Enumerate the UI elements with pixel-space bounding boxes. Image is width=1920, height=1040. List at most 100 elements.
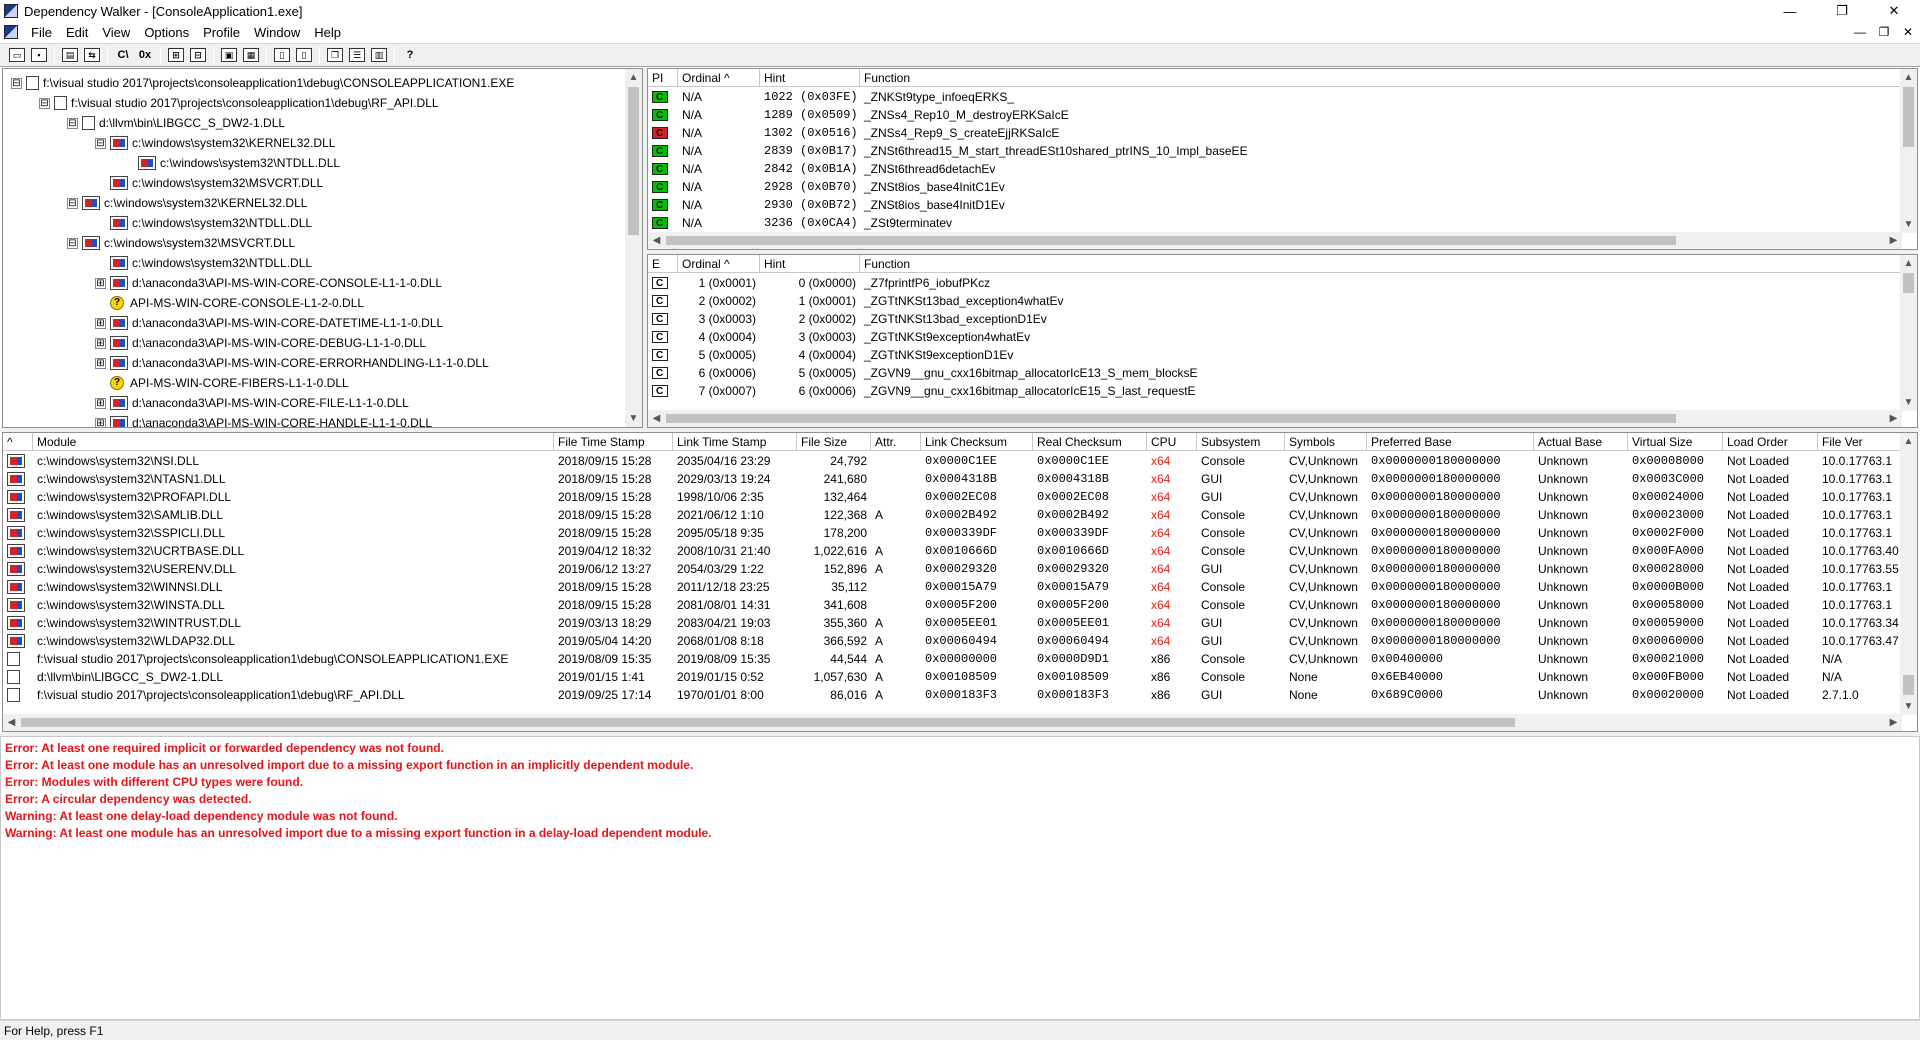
document-icon[interactable] (4, 25, 18, 39)
close-button[interactable]: ✕ (1868, 0, 1920, 22)
export-row[interactable]: 5 (0x0005) 4 (0x0004) _ZGTtNKSt9exceptionD… (648, 346, 1902, 364)
imports-column-header[interactable]: Hint (760, 69, 860, 87)
scroll-right-icon[interactable]: ▶ (1885, 714, 1902, 731)
tree-expander-icon[interactable]: ⊞ (95, 337, 106, 349)
scroll-thumb[interactable] (666, 236, 1676, 245)
tile-horizontal-icon[interactable]: ☰ (346, 45, 368, 65)
modules-column-header[interactable]: Real Checksum (1033, 433, 1147, 451)
module-row[interactable]: c:\windows\system32\NSI.DLL 2018/09/15 15… (3, 452, 1902, 470)
exports-horizontal-scrollbar[interactable]: ◀ ▶ (648, 410, 1902, 427)
scroll-down-icon[interactable]: ▼ (1900, 698, 1917, 715)
tree-expander-icon[interactable]: ⊟ (11, 77, 22, 89)
module-row[interactable]: c:\windows\system32\USERENV.DLL 2019/06/1… (3, 560, 1902, 578)
tree-expander-icon[interactable]: ⊞ (95, 357, 106, 369)
menu-window[interactable]: Window (247, 25, 307, 40)
module-row[interactable]: c:\windows\system32\PROFAPI.DLL 2018/09/1… (3, 488, 1902, 506)
module-row[interactable]: c:\windows\system32\NTASN1.DLL 2018/09/15… (3, 470, 1902, 488)
exports-column-header[interactable]: Hint (760, 255, 860, 273)
modules-column-header[interactable]: Load Order (1723, 433, 1818, 451)
module-dependency-tree[interactable]: ⊟ f:\visual studio 2017\projects\consolea… (2, 68, 643, 428)
child-close-button[interactable]: ✕ (1896, 22, 1920, 42)
tree-node[interactable]: c:\windows\system32\NTDLL.DLL (123, 153, 340, 173)
menu-options[interactable]: Options (137, 25, 196, 40)
scroll-left-icon[interactable]: ◀ (648, 232, 665, 249)
module-row[interactable]: d:\llvm\bin\LIBGCC_S_DW2-1.DLL 2019/01/15… (3, 668, 1902, 686)
properties-icon[interactable]: ▦ (240, 45, 262, 65)
tree-node[interactable]: ⊞ d:\anaconda3\API-MS-WIN-CORE-HANDLE-L1-… (95, 413, 432, 427)
tree-node[interactable]: ? API-MS-WIN-CORE-FIBERS-L1-1-0.DLL (95, 373, 349, 393)
tree-expander-icon[interactable]: ⊞ (95, 417, 106, 427)
scroll-thumb[interactable] (628, 87, 639, 235)
scroll-up-icon[interactable]: ▲ (1900, 255, 1917, 272)
imports-vertical-scrollbar[interactable]: ▲ ▼ (1900, 69, 1917, 233)
modules-column-header[interactable]: Virtual Size (1628, 433, 1723, 451)
tree-node[interactable]: ⊞ d:\anaconda3\API-MS-WIN-CORE-DEBUG-L1-1… (95, 333, 426, 353)
scroll-thumb[interactable] (1903, 273, 1914, 293)
parent-imports-list[interactable]: PIOrdinal ^HintFunction N/A 1022 (0x03FE)… (647, 68, 1918, 250)
import-row[interactable]: N/A 3236 (0x0CA4) _ZSt9terminatev (648, 214, 1902, 232)
module-row[interactable]: c:\windows\system32\UCRTBASE.DLL 2019/04/… (3, 542, 1902, 560)
scroll-left-icon[interactable]: ◀ (3, 714, 20, 731)
tree-expander-icon[interactable]: ⊟ (67, 197, 78, 209)
modules-column-header[interactable]: Attr. (871, 433, 921, 451)
auto-expand-icon[interactable]: ⊞ (165, 45, 187, 65)
save-icon[interactable]: ▪ (28, 45, 50, 65)
import-row[interactable]: N/A 2839 (0x0B17) _ZNSt6thread15_M_start_t… (648, 142, 1902, 160)
tree-node[interactable]: ⊟ f:\visual studio 2017\projects\consolea… (11, 73, 514, 93)
child-minimize-button[interactable]: — (1848, 22, 1872, 42)
modules-column-header[interactable]: Actual Base (1534, 433, 1628, 451)
modules-column-header[interactable]: File Ver (1818, 433, 1902, 451)
imports-column-header[interactable]: Ordinal ^ (678, 69, 760, 87)
imports-horizontal-scrollbar[interactable]: ◀ ▶ (648, 232, 1902, 249)
export-row[interactable]: 2 (0x0002) 1 (0x0001) _ZGTtNKSt13bad_excep… (648, 292, 1902, 310)
import-row[interactable]: N/A 1289 (0x0509) _ZNSs4_Rep10_M_destroyER… (648, 106, 1902, 124)
export-row[interactable]: 1 (0x0001) 0 (0x0000) _Z7fprintfP6_iobufPK… (648, 274, 1902, 292)
scroll-down-icon[interactable]: ▼ (1900, 216, 1917, 233)
imports-column-header[interactable]: Function (860, 69, 1902, 87)
menu-profile[interactable]: Profile (196, 25, 247, 40)
export-row[interactable]: 7 (0x0007) 6 (0x0006) _ZGVN9__gnu_cxx16bit… (648, 382, 1902, 400)
tree-expander-icon[interactable]: ⊟ (67, 237, 78, 249)
find-next-icon[interactable]: ▯ (293, 45, 315, 65)
tree-node[interactable]: ⊞ d:\anaconda3\API-MS-WIN-CORE-CONSOLE-L1… (95, 273, 442, 293)
modules-column-header[interactable]: Link Checksum (921, 433, 1033, 451)
scroll-right-icon[interactable]: ▶ (1885, 410, 1902, 427)
tree-vertical-scrollbar[interactable]: ▲ ▼ (625, 69, 642, 427)
import-row[interactable]: N/A 1022 (0x03FE) _ZNKSt9type_infoeqERKS_ (648, 88, 1902, 106)
tree-node[interactable]: ⊟ c:\windows\system32\KERNEL32.DLL (95, 133, 335, 153)
scroll-thumb[interactable] (1903, 87, 1914, 147)
context-help-icon[interactable]: ? (399, 45, 421, 65)
menu-file[interactable]: File (24, 25, 59, 40)
tree-expander-icon[interactable]: ⊞ (95, 397, 106, 409)
minimize-button[interactable]: — (1764, 0, 1816, 22)
tree-node[interactable]: ⊟ f:\visual studio 2017\projects\consolea… (39, 93, 439, 113)
tree-node[interactable]: c:\windows\system32\MSVCRT.DLL (95, 173, 323, 193)
imports-column-header[interactable]: PI (648, 69, 678, 87)
tree-expander-icon[interactable]: ⊟ (39, 97, 50, 109)
module-row[interactable]: c:\windows\system32\WINTRUST.DLL 2019/03/… (3, 614, 1902, 632)
full-paths-icon[interactable]: ⇆ (81, 45, 103, 65)
module-row[interactable]: c:\windows\system32\WINNSI.DLL 2018/09/15… (3, 578, 1902, 596)
scroll-left-icon[interactable]: ◀ (648, 410, 665, 427)
menu-help[interactable]: Help (307, 25, 348, 40)
modules-column-header[interactable]: Subsystem (1197, 433, 1285, 451)
tree-node[interactable]: ⊟ c:\windows\system32\MSVCRT.DLL (67, 233, 295, 253)
exports-list[interactable]: EOrdinal ^HintFunction 1 (0x0001) 0 (0x00… (647, 254, 1918, 428)
modules-column-header[interactable]: Symbols (1285, 433, 1367, 451)
menu-edit[interactable]: Edit (59, 25, 95, 40)
system-info-icon[interactable]: ▣ (218, 45, 240, 65)
modules-column-header[interactable]: ^ (3, 433, 33, 451)
modules-horizontal-scrollbar[interactable]: ◀ ▶ (3, 714, 1902, 731)
tree-expander-icon[interactable]: ⊟ (67, 117, 78, 129)
modules-column-header[interactable]: Preferred Base (1367, 433, 1534, 451)
tree-node[interactable]: ⊟ d:\llvm\bin\LIBGCC_S_DW2-1.DLL (67, 113, 285, 133)
tree-node[interactable]: c:\windows\system32\NTDLL.DLL (95, 253, 312, 273)
tree-node[interactable]: ⊞ d:\anaconda3\API-MS-WIN-CORE-ERRORHANDL… (95, 353, 489, 373)
tree-node[interactable]: c:\windows\system32\NTDLL.DLL (95, 213, 312, 233)
expand-all-icon[interactable]: ⊟ (187, 45, 209, 65)
scroll-right-icon[interactable]: ▶ (1885, 232, 1902, 249)
import-row[interactable]: N/A 2928 (0x0B70) _ZNSt8ios_base4InitC1Ev (648, 178, 1902, 196)
tree-expander-icon[interactable]: ⊟ (95, 137, 106, 149)
module-row[interactable]: c:\windows\system32\WINSTA.DLL 2018/09/15… (3, 596, 1902, 614)
child-restore-button[interactable]: ❐ (1872, 22, 1896, 42)
